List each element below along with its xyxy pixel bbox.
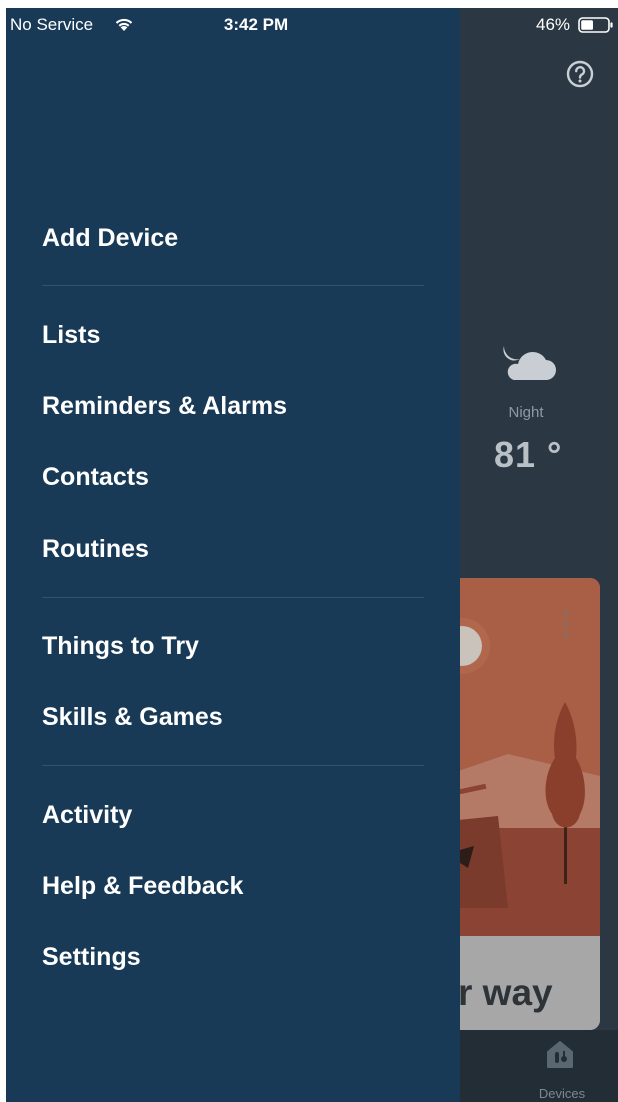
- weather-temperature: 81 °: [494, 434, 563, 475]
- menu-item-things-to-try[interactable]: Things to Try: [42, 632, 199, 661]
- menu-item-add-device[interactable]: Add Device: [42, 224, 178, 253]
- clock: 3:42 PM: [223, 15, 289, 34]
- menu-divider: [42, 765, 424, 766]
- moon-cloud-icon: [503, 346, 556, 380]
- devices-icon[interactable]: [544, 1038, 576, 1070]
- status-bar: No Service 3:42 PM 46%: [6, 8, 618, 44]
- screen: Night 81 ° r way Devices Add Device List…: [6, 8, 618, 1102]
- carrier-label: No Service: [10, 15, 94, 34]
- menu-item-activity[interactable]: Activity: [42, 801, 132, 830]
- menu-divider: [42, 285, 424, 286]
- menu-item-skills-games[interactable]: Skills & Games: [42, 703, 223, 732]
- help-icon[interactable]: [566, 60, 594, 88]
- menu-item-contacts[interactable]: Contacts: [42, 463, 149, 492]
- tab-devices-label[interactable]: Devices: [530, 1086, 594, 1101]
- more-options-icon[interactable]: [562, 608, 570, 642]
- battery-percentage: 46%: [536, 15, 571, 34]
- navigation-drawer: Add Device Lists Reminders & Alarms Cont…: [6, 8, 460, 1102]
- weather-period: Night: [508, 404, 544, 421]
- promo-card[interactable]: [438, 578, 600, 1030]
- menu-divider: [42, 597, 424, 598]
- menu-item-settings[interactable]: Settings: [42, 943, 141, 972]
- menu-item-lists[interactable]: Lists: [42, 321, 100, 350]
- battery-icon: [578, 17, 613, 33]
- promo-card-text: r way: [458, 972, 553, 1013]
- menu-item-reminders-alarms[interactable]: Reminders & Alarms: [42, 392, 287, 421]
- menu-item-help-feedback[interactable]: Help & Feedback: [42, 872, 243, 901]
- menu-item-routines[interactable]: Routines: [42, 535, 149, 564]
- wifi-icon: [115, 18, 133, 31]
